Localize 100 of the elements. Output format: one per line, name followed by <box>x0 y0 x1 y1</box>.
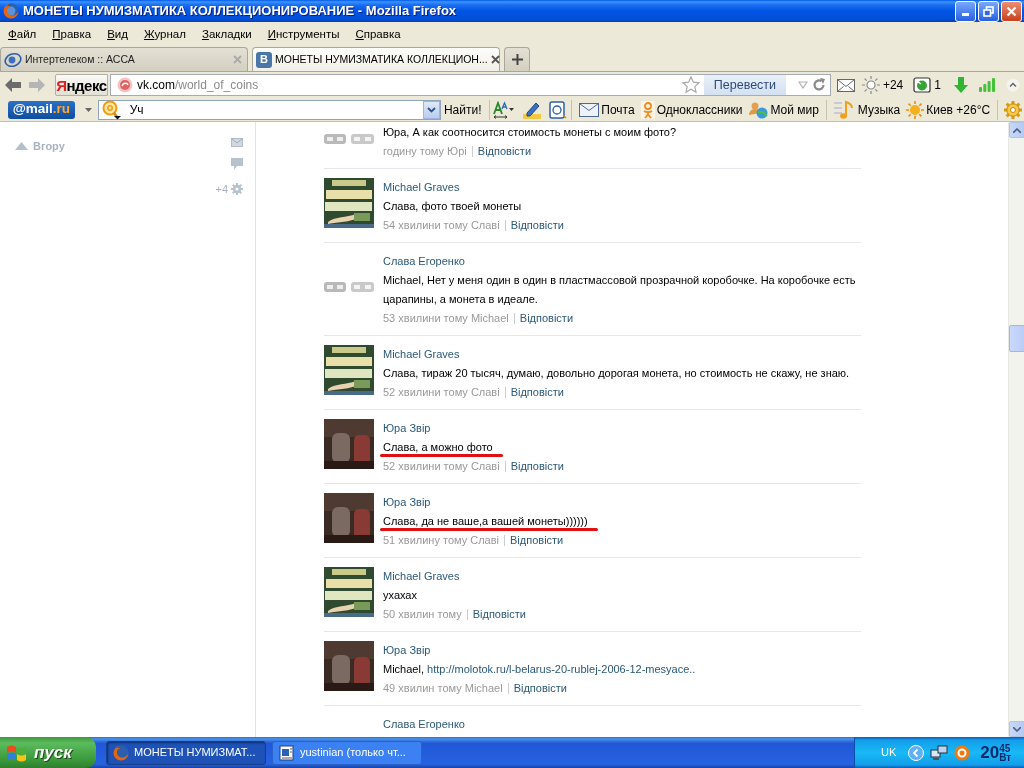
triangle-up-icon <box>15 142 28 151</box>
chevron-up-icon[interactable] <box>1006 78 1020 92</box>
orbit-logo-icon <box>4 51 22 68</box>
toolbar-link[interactable]: Почта <box>576 100 638 119</box>
reply-link[interactable]: Відповісти <box>510 531 564 550</box>
logo-avatar <box>324 281 374 293</box>
author-link[interactable]: Слава Егоренко <box>383 718 465 730</box>
close-button[interactable] <box>1001 0 1022 22</box>
reply-link[interactable]: Відповісти <box>513 679 567 698</box>
url-link[interactable]: http://molotok.ru/l-belarus-20-rublej-2006-12-mesyace.. <box>427 663 696 675</box>
reply-link[interactable]: Відповісти <box>477 142 532 161</box>
toolbar-link[interactable]: Киев +26°C <box>903 100 994 119</box>
menu-item[interactable]: Справка <box>347 22 409 46</box>
page-icon[interactable] <box>549 100 568 119</box>
reply-link[interactable]: Відповісти <box>510 216 564 235</box>
search-at-icon <box>101 99 122 120</box>
search-engine-button[interactable]: Яндекс <box>54 74 108 96</box>
back-arrow-icon <box>5 78 21 92</box>
author-link[interactable]: Michael Graves <box>383 181 460 193</box>
comment-text: Слава, тираж 20 тысяч, думаю, довольно дорогая монета, но стоимость не скажу, не знаю. <box>383 367 850 379</box>
star-icon[interactable] <box>681 76 700 94</box>
author-link[interactable]: Michael Graves <box>383 570 460 582</box>
font-size-icon[interactable] <box>493 100 516 119</box>
network-icon[interactable] <box>930 744 949 761</box>
mail-logo[interactable]: @mail.ru <box>8 100 75 119</box>
toolbar-link[interactable]: Мой мир <box>745 100 822 119</box>
restore-button[interactable] <box>978 0 999 22</box>
reply-link[interactable]: Відповісти <box>510 457 564 476</box>
tab-label: Интертелеком :: АССА <box>25 51 135 67</box>
menu-item[interactable]: Инструменты <box>259 22 348 46</box>
browser-tab[interactable]: B МОНЕТЫ НУМИЗМАТИКА КОЛЛЕКЦИОН... <box>252 47 500 71</box>
chevron-left-icon[interactable] <box>908 744 925 761</box>
reply-link[interactable]: Відповісти <box>472 605 526 624</box>
author-link[interactable]: Юра Звір <box>383 644 431 656</box>
person-icon <box>640 100 655 119</box>
dropdown-button[interactable] <box>422 100 440 119</box>
music-note-icon <box>833 99 856 120</box>
comment-text: Слава, фото твоей монеты <box>383 200 522 212</box>
chevron-up-icon <box>1013 127 1021 133</box>
browser-tab[interactable]: Интертелеком :: АССА <box>0 47 248 71</box>
reply-link[interactable]: Відповісти <box>510 383 564 402</box>
site-icon <box>116 77 133 93</box>
temperature-text: +24 <box>882 77 904 94</box>
reload-icon[interactable] <box>811 78 826 92</box>
comment-text: Michael, Нет у меня один в один в пластмассовой прозрачной коробочке. На коробочке есть царапины, а монета в идеале. <box>383 274 856 305</box>
new-tab-button[interactable] <box>504 47 530 71</box>
scroll-up-button[interactable] <box>1009 122 1024 138</box>
down-arrow-icon[interactable] <box>954 77 968 93</box>
author-link[interactable]: Юра Звір <box>383 422 431 434</box>
toolbar-link[interactable]: Музыка <box>830 99 904 120</box>
gear-icon[interactable] <box>1004 100 1022 119</box>
author-link[interactable]: Michael Graves <box>383 348 460 360</box>
sun-icon <box>906 100 925 119</box>
reply-link[interactable]: Відповісти <box>519 309 574 328</box>
minimize-button[interactable] <box>955 0 976 22</box>
menu-item[interactable]: Файл <box>0 22 45 46</box>
author-link[interactable]: Юра Звір <box>383 496 431 508</box>
close-icon[interactable] <box>490 55 500 64</box>
mail-icon[interactable] <box>836 78 855 92</box>
search-field[interactable]: Уч <box>97 99 441 120</box>
photo-avatar <box>324 493 374 543</box>
comment-time: 50 хвилин тому <box>383 607 462 622</box>
scroll-thumb[interactable] <box>1009 325 1024 352</box>
firefox-icon <box>113 744 129 761</box>
notification-count: 1 <box>934 77 941 94</box>
address-field[interactable]: vk.com/world_of_coins Перевести <box>109 74 831 96</box>
menu-item[interactable]: Закладки <box>193 22 260 46</box>
scroll-down-button[interactable] <box>1009 721 1024 737</box>
comment-text: ухахах <box>383 589 417 601</box>
notification-icon[interactable] <box>913 77 932 93</box>
menu-item[interactable]: Журнал <box>135 22 194 46</box>
minimize-icon <box>962 13 969 16</box>
document-icon <box>279 744 295 761</box>
taskbar-button[interactable]: yustinian (только чт... <box>272 740 422 765</box>
translate-button[interactable]: Перевести <box>703 75 786 95</box>
caret-icon[interactable] <box>84 107 92 112</box>
toolbar-link[interactable]: Одноклассники <box>637 100 746 119</box>
pencil-icon[interactable] <box>523 100 542 119</box>
counter-text: +4 <box>215 182 228 197</box>
chevron-down-icon <box>426 106 436 113</box>
taskbar-button[interactable]: МОНЕТЫ НУМИЗМАТ... <box>106 740 266 765</box>
menu-item[interactable]: Правка <box>44 22 100 46</box>
poster-avatar <box>324 178 374 228</box>
comment-time: 51 хвилину тому Славі <box>383 533 499 548</box>
window-title: МОНЕТЫ НУМИЗМАТИКА КОЛЛЕКЦИОНИРОВАНИЕ - Mozilla Firefox <box>23 2 457 21</box>
comment-time: 52 хвилини тому Славі <box>383 385 500 400</box>
forward-arrow-icon <box>28 78 45 92</box>
sun-icon[interactable] <box>861 76 880 94</box>
comment-text: Слава, а можно фото <box>383 441 493 453</box>
back-button[interactable] <box>4 78 22 92</box>
poster-avatar <box>324 345 374 395</box>
author-link[interactable]: Слава Егоренко <box>383 255 465 267</box>
restore-icon <box>983 5 994 17</box>
envelope-icon <box>579 102 600 117</box>
ring-icon[interactable] <box>954 744 971 761</box>
menu-item[interactable]: Вид <box>99 22 136 46</box>
comment-time: 53 хвилини тому Michael <box>383 311 509 326</box>
search-button[interactable]: Найти! <box>440 100 485 119</box>
tab-label: МОНЕТЫ НУМИЗМАТИКА КОЛЛЕКЦИОН... <box>275 51 488 67</box>
firefox-icon <box>3 3 19 19</box>
